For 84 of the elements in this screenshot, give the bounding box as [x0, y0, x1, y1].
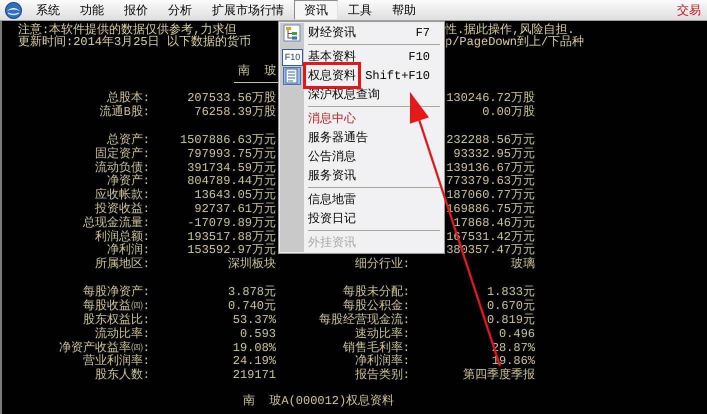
field-label: 总股本:: [106, 92, 150, 105]
field-value: 0.593: [238, 328, 276, 342]
field-value: 0.819元: [486, 314, 535, 328]
field-label: 总资产:: [106, 134, 150, 147]
field-label: 所属地区:: [94, 258, 150, 272]
menu-bar-item[interactable]: 功能: [70, 0, 114, 20]
field-label: 利润总额:: [94, 230, 150, 244]
field-label: 流动比率:: [94, 328, 150, 341]
field-value: 207533.56万股: [186, 92, 276, 106]
notice-text: 性.据此操作,风险自担.: [445, 24, 575, 36]
field-value: 1507886.63万元: [178, 134, 276, 148]
menu-bar-item[interactable]: 系统: [26, 0, 70, 20]
field-label: 应收帐款:: [94, 189, 150, 202]
field-label: 固定资产:: [94, 148, 150, 161]
field-value: 130246.72万股: [445, 92, 535, 106]
field-label: 投资收益:: [94, 202, 150, 216]
field-value: 0.496: [498, 328, 535, 342]
report-footer: 南 玻A(000012)权息资料: [243, 394, 707, 408]
menu-item[interactable]: 投资日记: [279, 209, 444, 228]
field-value: 193517.88万元: [186, 230, 276, 244]
field-label: 报告类别:: [354, 369, 410, 384]
menu-bar-item[interactable]: 报价: [114, 0, 158, 20]
field-label: 每股公积金:: [342, 300, 410, 313]
field-value: 391734.59万元: [186, 162, 276, 175]
field-value: 0.670元: [486, 300, 535, 314]
menu-item[interactable]: 深沪权息查询: [279, 85, 444, 104]
field-value: 玻璃: [510, 258, 535, 272]
menu-bar-item[interactable]: 帮助: [382, 0, 426, 20]
menu-item[interactable]: 服务器通告: [279, 128, 444, 147]
field-label: 营业利润率:: [82, 355, 150, 368]
field-label: 净利润:: [106, 244, 150, 258]
menu-item[interactable]: 财经资讯 F7: [279, 23, 444, 42]
field-value: 232288.56万元: [445, 134, 535, 148]
field-value: 13643.05万元: [193, 189, 276, 202]
field-value: 17868.46万元: [452, 216, 535, 230]
notice-text: 更新时间:2014年3月25日 以下数据的货币: [18, 35, 251, 49]
field-label: 销售毛利率:: [342, 342, 410, 355]
field-value: 153592.97万元: [186, 244, 276, 258]
f10-icon: F10: [282, 49, 303, 66]
field-label: 股东人数:: [94, 369, 150, 384]
field-label: 速动比率:: [354, 328, 410, 341]
field-value: 53.37%: [232, 314, 276, 328]
menu-item[interactable]: F10 基本资料 F10: [279, 47, 444, 66]
field-label: 净资产:: [106, 175, 150, 188]
notice-text: p/PageDown到上/下品种: [445, 36, 584, 48]
field-label: 流通B股:: [98, 106, 150, 119]
field-value: 1.833元: [486, 286, 535, 300]
field-label: 净资产收益率㈣:: [58, 342, 150, 355]
menu-bar-item[interactable]: 资讯: [294, 0, 338, 20]
field-value: 797993.75万元: [186, 148, 276, 162]
field-value: 76258.39万股: [193, 106, 276, 119]
field-value: 773379.63万元: [445, 175, 535, 188]
field-label: 每股未分配:: [342, 286, 410, 299]
field-value: 0.00万股: [481, 106, 535, 119]
field-label: 每股净资产:: [82, 286, 150, 299]
field-label: 细分行业:: [354, 258, 410, 272]
field-value: 24.19%: [232, 355, 276, 370]
field-label: 每股收益㈣:: [82, 300, 150, 313]
field-value: 187060.77万元: [445, 189, 535, 202]
menu-item[interactable]: 消息中心: [279, 109, 444, 128]
app-logo-icon: [5, 2, 22, 18]
menu-bar-item[interactable]: 扩展市场行情: [202, 0, 294, 20]
menu-bar-item[interactable]: 分析: [158, 0, 202, 20]
menu-item[interactable]: 服务资讯: [279, 166, 444, 185]
trade-link[interactable]: 交易: [677, 2, 707, 18]
menu-bar-item[interactable]: 工具: [338, 0, 382, 20]
menu-item[interactable]: 公告消息: [279, 147, 444, 166]
field-value: 92737.61万元: [193, 202, 276, 216]
field-value: 深圳板块: [227, 258, 276, 272]
field-value: 3.878元: [226, 286, 276, 300]
menu-item[interactable]: 信息地雷: [279, 190, 444, 209]
field-value: 第四季度季报: [462, 369, 535, 384]
field-value: 804789.44万元: [186, 175, 276, 188]
field-label: 股东权益比:: [82, 314, 150, 327]
field-value: 219171: [232, 369, 276, 384]
field-label: 每股经营现金流:: [318, 314, 410, 327]
field-value: 0.740元: [226, 300, 276, 314]
field-value: 93332.95万元: [452, 148, 535, 162]
field-label: 总现金流量:: [82, 216, 150, 230]
field-label: 流动负债:: [94, 162, 150, 175]
field-label: 净利润率:: [354, 355, 410, 368]
field-value: 139136.67万元: [445, 162, 535, 175]
field-value: -17079.89万元: [186, 216, 276, 230]
field-value: 19.08%: [232, 342, 276, 356]
